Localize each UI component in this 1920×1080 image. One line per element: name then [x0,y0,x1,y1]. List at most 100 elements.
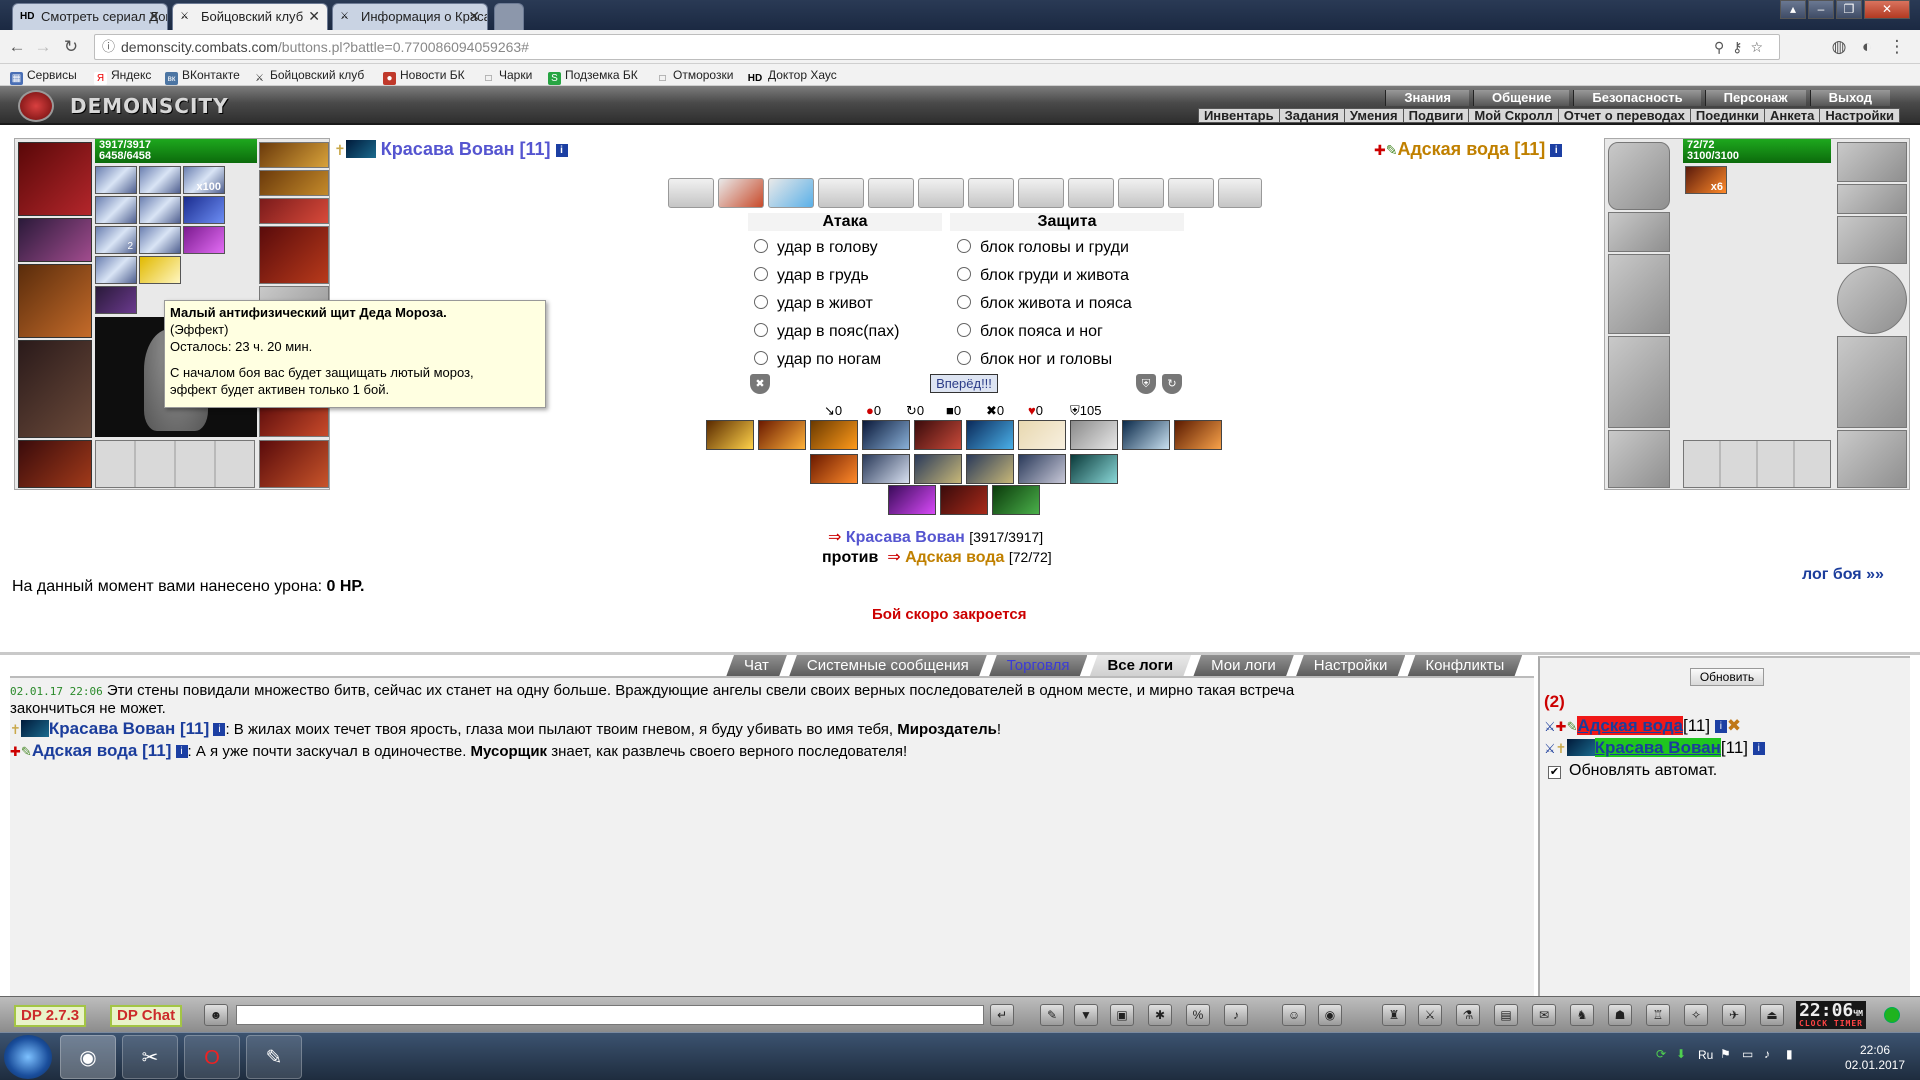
menu-social[interactable]: Общение [1472,90,1570,106]
wings-icon[interactable]: ✧ [1684,1004,1708,1026]
buff-ice-icon[interactable] [139,166,181,194]
tab-system-messages[interactable]: Системные сообщения [789,655,987,677]
belt-slot[interactable] [18,440,92,488]
ring-slot-2[interactable] [259,198,329,224]
tray-flag-icon[interactable]: ⚑ [1720,1047,1731,1061]
armor-slot[interactable] [1608,336,1670,428]
scroll-slot-empty[interactable] [918,178,964,208]
demonscity-logo[interactable]: DEMONSCITY [18,90,228,122]
sync-icon[interactable]: ◐ [1856,37,1878,57]
fighter-name[interactable]: Красава Вован [1594,738,1721,757]
belt-slot[interactable] [1608,430,1670,488]
radio[interactable] [754,323,768,337]
tab-trade[interactable]: Торговля [989,655,1088,677]
bookmark-news-bk[interactable]: ● Новости БК [383,67,465,85]
profile-icon[interactable]: ▴ [1780,0,1806,19]
skill-water-icon[interactable] [966,420,1014,450]
vs-enemy-name[interactable]: Адская вода [905,549,1004,566]
chat-enemy-name[interactable]: Адская вода [11] [32,741,172,760]
skill-blade-icon[interactable] [1122,420,1170,450]
chat-input[interactable] [236,1005,984,1025]
tab-fight-club[interactable]: ⚔ Бойцовский клуб ✕ [172,3,328,30]
skill-axe-icon[interactable] [940,485,988,515]
boots-slot[interactable] [1837,430,1907,488]
minimize-button[interactable]: ‒ [1808,0,1834,19]
sword-icon[interactable]: ⚔ [1418,1004,1442,1026]
info-icon[interactable]: i [175,745,188,758]
bookmark-house[interactable]: HD Доктор Хаус [746,67,837,85]
radio[interactable] [754,295,768,309]
attack-option-chest[interactable]: удар в грудь [754,266,869,286]
helmet-icon[interactable]: ♞ [1570,1004,1594,1026]
chest-icon[interactable]: ▤ [1494,1004,1518,1026]
bookmark-charki[interactable]: □ Чарки [482,67,532,85]
battle-log-link[interactable]: лог боя »» [1802,566,1884,584]
potion-icon[interactable]: ⚗ [1456,1004,1480,1026]
skill-wind-icon[interactable] [1070,420,1118,450]
bookmark-yandex[interactable]: Я Яндекс [94,67,151,85]
tab-conflicts[interactable]: Конфликты [1407,655,1522,677]
dp-chat-badge[interactable]: DP Chat [110,1005,183,1027]
buff-stack-icon[interactable]: x100 [183,166,225,194]
scroll-slot-empty[interactable] [968,178,1014,208]
bracer-slot[interactable] [1608,212,1670,252]
scroll-slot-empty[interactable] [868,178,914,208]
tray-monitor-icon[interactable]: ▭ [1742,1047,1753,1061]
bookmark-vk[interactable]: вк ВКонтакте [165,67,240,85]
radio[interactable] [957,239,971,253]
submenu-settings[interactable]: Настройки [1820,109,1899,122]
weapon-slot[interactable] [18,264,92,338]
paint-icon[interactable]: ✎ [246,1035,302,1079]
bookmark-podzemka[interactable]: S Подземка БК [548,67,638,85]
amulet-slot[interactable] [1837,142,1907,182]
tab-serial[interactable]: HD Смотреть сериал Доктор ✕ [12,3,168,30]
crossed-swords-icon[interactable]: ✖ [1727,716,1741,735]
smile-icon[interactable]: ☺ [1282,1004,1306,1026]
helmet-slot[interactable] [1608,142,1670,210]
submenu-profile[interactable]: Анкета [1765,109,1821,122]
close-icon[interactable]: ✕ [468,4,480,29]
buff-dark-icon[interactable] [95,286,137,314]
menu-exit[interactable]: Выход [1809,90,1890,106]
skill-burn-icon[interactable] [810,454,858,484]
dp-version-badge[interactable]: DP 2.7.3 [14,1005,87,1027]
enemy-name[interactable]: Адская вода [11] [1397,139,1545,159]
armor-slot[interactable] [18,340,92,438]
shield-slot[interactable] [1837,266,1907,334]
submenu-transfers[interactable]: Отчет о переводах [1559,109,1691,122]
skill-light-icon[interactable] [1018,420,1066,450]
url-input[interactable]: ⓘ demonscity.combats.com/buttons.pl?batt… [94,34,1780,60]
attack-option-groin[interactable]: удар в пояс(пах) [754,322,899,342]
new-tab-button[interactable] [494,3,524,30]
buff-gold-icon[interactable] [139,256,181,284]
skill-shield-silver-icon[interactable] [1018,454,1066,484]
close-icon[interactable]: ✕ [308,4,320,29]
attack-option-legs[interactable]: удар по ногам [754,350,881,370]
scissors-icon[interactable]: ✂ [122,1035,178,1079]
radio[interactable] [957,323,971,337]
tray-download-icon[interactable]: ⬇ [1676,1047,1686,1061]
forward-icon[interactable]: → [32,37,54,57]
game-clock[interactable]: 22:06ЧМ CLOCK TIMER [1796,1001,1866,1029]
maximize-button[interactable]: ❐ [1836,0,1862,19]
gloves-slot[interactable] [1837,216,1907,264]
scroll-slot-empty[interactable] [668,178,714,208]
tab-char-info[interactable]: ⚔ Информация о Красаве ✕ [332,3,488,30]
radio[interactable] [957,267,971,281]
rings-slot[interactable] [1837,184,1907,214]
amulet-slot[interactable] [259,142,329,168]
buff-arrows-icon[interactable] [95,166,137,194]
skill-shield-icon[interactable] [862,454,910,484]
omnibox-actions-icon[interactable]: ⚲⚷☆ [1714,35,1771,59]
buff-blue-icon[interactable] [183,196,225,224]
skill-green-icon[interactable] [992,485,1040,515]
window-close-button[interactable]: ✕ [1864,0,1910,19]
scroll-slot-empty[interactable] [1168,178,1214,208]
ogre-icon[interactable]: ♜ [1382,1004,1406,1026]
weapon-slot[interactable] [1608,254,1670,334]
close-icon[interactable]: ✕ [148,4,160,29]
tab-settings[interactable]: Настройки [1296,655,1406,677]
bookmark-otmorozki[interactable]: □ Отморозки [656,67,733,85]
fighter-name[interactable]: Адская вода [1577,716,1684,735]
skill-fire-icon[interactable] [706,420,754,450]
